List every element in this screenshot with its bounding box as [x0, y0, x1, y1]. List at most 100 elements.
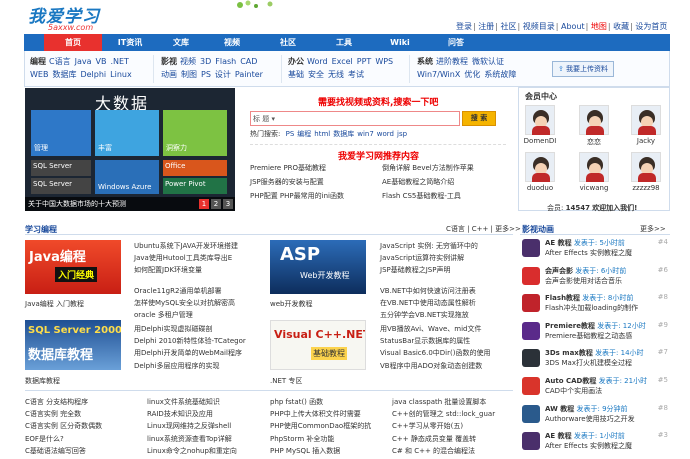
asp-book-image[interactable]: ASP Web开发教程 [270, 240, 366, 294]
video-item[interactable]: AE 教程 发表于: 1小时前 After Effects 实例教程之魔 #3 [522, 431, 668, 451]
subnav-link[interactable]: 设计 [215, 70, 231, 79]
nav-wiki[interactable]: Wiki [372, 34, 428, 51]
video-desc[interactable]: 会声会影使用对话合音乐 [545, 276, 622, 286]
article-link[interactable]: Linux命令之nohup和重定向 [147, 445, 237, 457]
article-link[interactable]: C# 和 C++ 的混合编程法 [392, 445, 495, 457]
article-link[interactable]: JavaScript运算符实例讲解 [380, 252, 478, 264]
sql-book-image[interactable]: SQL Server 2000 数据库教程 [25, 320, 121, 370]
avatar[interactable] [525, 105, 555, 135]
article-link[interactable]: PHP中上传大体积文件时需要 [270, 408, 371, 420]
recommend-link[interactable]: JSP服务器的安装与配置 [250, 177, 324, 187]
video-desc[interactable]: Flash冲头加载loading的制作 [545, 303, 638, 313]
nav-tools[interactable]: 工具 [316, 34, 372, 51]
subnav-link[interactable]: Win7/WinX [417, 70, 460, 79]
java-book-image[interactable]: Java编程 入门经典 [25, 240, 121, 294]
hot-link[interactable]: 数据库 [333, 130, 354, 138]
subnav-link[interactable]: 进阶教程 [436, 57, 468, 66]
article-link[interactable]: C语言实例 区分奇数偶数 [25, 420, 102, 432]
article-link[interactable]: 在VB.NET中使用动态属性解析 [380, 297, 476, 309]
member-name[interactable]: zzzzz98 [626, 184, 666, 192]
article-link[interactable]: 用VB播放Avi、Wave、mid文件 [380, 323, 490, 335]
book-caption[interactable]: 数据库教程 [25, 376, 60, 386]
article-link[interactable]: java classpath 批量设置脚本 [392, 396, 495, 408]
banner-page-2[interactable]: 2 [211, 199, 221, 209]
article-link[interactable]: JavaScript 实例: 无穷循环中的 [380, 240, 478, 252]
article-link[interactable]: C语言 分支结构程序 [25, 396, 102, 408]
hot-link[interactable]: jsp [397, 130, 407, 138]
hot-link[interactable]: 编程 [297, 130, 311, 138]
article-link[interactable]: StatusBar显示数据库的属性 [380, 335, 490, 347]
subnav-link[interactable]: PPT [357, 57, 372, 66]
article-link[interactable]: RAID技术知识及应用 [147, 408, 237, 420]
recommend-link[interactable]: PHP配置 PHP最常用的ini函数 [250, 191, 344, 201]
nav-it-news[interactable]: IT资讯 [102, 34, 158, 51]
video-desc[interactable]: Premiere基础教程之动态感 [545, 331, 632, 341]
subnav-link[interactable]: Painter [235, 70, 263, 79]
article-link[interactable]: EOF是什么? [25, 433, 102, 445]
video-desc[interactable]: After Effects 实例教程之魔 [545, 441, 632, 451]
video-desc[interactable]: Authorware使用技巧之开发 [545, 414, 635, 424]
subnav-link[interactable]: VB [96, 57, 107, 66]
favorite-link[interactable]: 收藏 [613, 22, 629, 31]
about-link[interactable]: About [561, 22, 585, 31]
banner-page-3[interactable]: 3 [223, 199, 233, 209]
subnav-link[interactable]: WEB [30, 70, 48, 79]
subnav-link[interactable]: Linux [110, 70, 132, 79]
article-link[interactable]: C++创的管理之 std::lock_guar [392, 408, 495, 420]
article-link[interactable]: 五分钟学会VB.NET实现拖放 [380, 309, 476, 321]
nav-home[interactable]: 首页 [44, 34, 102, 51]
avatar[interactable] [631, 105, 661, 135]
banner-page-1[interactable]: 1 [199, 199, 209, 209]
hot-link[interactable]: PS [286, 130, 295, 138]
article-link[interactable]: C++学习从零开始(五) [392, 420, 495, 432]
subnav-link[interactable]: Word [307, 57, 328, 66]
subnav-link[interactable]: PS [201, 70, 211, 79]
subnav-link[interactable]: Java [75, 57, 92, 66]
video-item[interactable]: Premiere教程 发表于: 12小时 Premiere基础教程之动态感 #9 [522, 321, 668, 341]
avatar[interactable] [579, 105, 609, 135]
hot-link[interactable]: word [377, 130, 394, 138]
subnav-link[interactable]: 微软认证 [472, 57, 504, 66]
subnav-link[interactable]: 动画 [161, 70, 177, 79]
subnav-link[interactable]: Excel [332, 57, 353, 66]
member-name[interactable]: Jacky [626, 137, 666, 145]
article-link[interactable]: PHP MySQL 插入数据 [270, 445, 371, 457]
register-link[interactable]: 注册 [478, 22, 494, 31]
member-name[interactable]: duoduo [520, 184, 560, 192]
video-item[interactable]: 会声会影 发表于: 6小时前 会声会影使用对话合音乐 #6 [522, 266, 668, 286]
recommend-link[interactable]: AE基础教程之简略介绍 [382, 177, 454, 187]
subnav-link[interactable]: WPS [375, 57, 393, 66]
video-catalog-link[interactable]: 视频目录 [523, 22, 555, 31]
article-link[interactable]: 用Delphi实现虚拟磁碟剖 [134, 323, 246, 335]
video-more-link[interactable]: 更多>> [640, 224, 666, 234]
article-link[interactable]: Visual Basic6.0中Dir()函数的使用 [380, 347, 490, 359]
subnav-link[interactable]: 3D [200, 57, 211, 66]
hot-link[interactable]: html [314, 130, 330, 138]
vcpp-book-image[interactable]: Visual C++.NET 基础教程 [270, 320, 366, 370]
article-link[interactable]: C语言实例 完全数 [25, 408, 102, 420]
search-button[interactable]: 搜 索 [462, 111, 496, 126]
subnav-link[interactable]: 数据库 [52, 70, 76, 79]
subnav-link[interactable]: 无线 [328, 70, 344, 79]
subnav-link[interactable]: CAD [240, 57, 257, 66]
subnav-link[interactable]: Delphi [80, 70, 106, 79]
nav-qa[interactable]: 问答 [428, 34, 484, 51]
article-link[interactable]: 如何配置JDK环境变量 [134, 264, 238, 276]
recommend-link[interactable]: 倒角详解 Bevel方法制作苹果 [382, 163, 474, 173]
nav-video[interactable]: 视频 [204, 34, 260, 51]
article-link[interactable]: Ubuntu系统下JAVA开发环境搭建 [134, 240, 238, 252]
video-item[interactable]: AW 教程 发表于: 9分钟前 Authorware使用技巧之开发 #8 [522, 404, 668, 424]
article-link[interactable]: PhpStorm 补全功能 [270, 433, 371, 445]
subnav-link[interactable]: 基础 [288, 70, 304, 79]
member-name[interactable]: DomenDI [520, 137, 560, 145]
upload-button[interactable]: ⇪ 我要上传资料 [552, 61, 614, 77]
avatar[interactable] [525, 152, 555, 182]
subnav-link[interactable]: Flash [215, 57, 236, 66]
subnav-link[interactable]: 系统故障 [484, 70, 516, 79]
book-caption[interactable]: .NET 专区 [270, 376, 302, 386]
video-item[interactable]: Auto CAD教程 发表于: 21小时 CAD中个实用画法 #5 [522, 376, 668, 396]
recommend-link[interactable]: Flash CS5基础教程-工具 [382, 191, 461, 201]
site-logo[interactable]: 我爱学习 5axxw.com [28, 2, 118, 34]
book-caption[interactable]: Java编程 入门教程 [25, 299, 84, 309]
member-name[interactable]: 恋恋 [574, 137, 614, 147]
